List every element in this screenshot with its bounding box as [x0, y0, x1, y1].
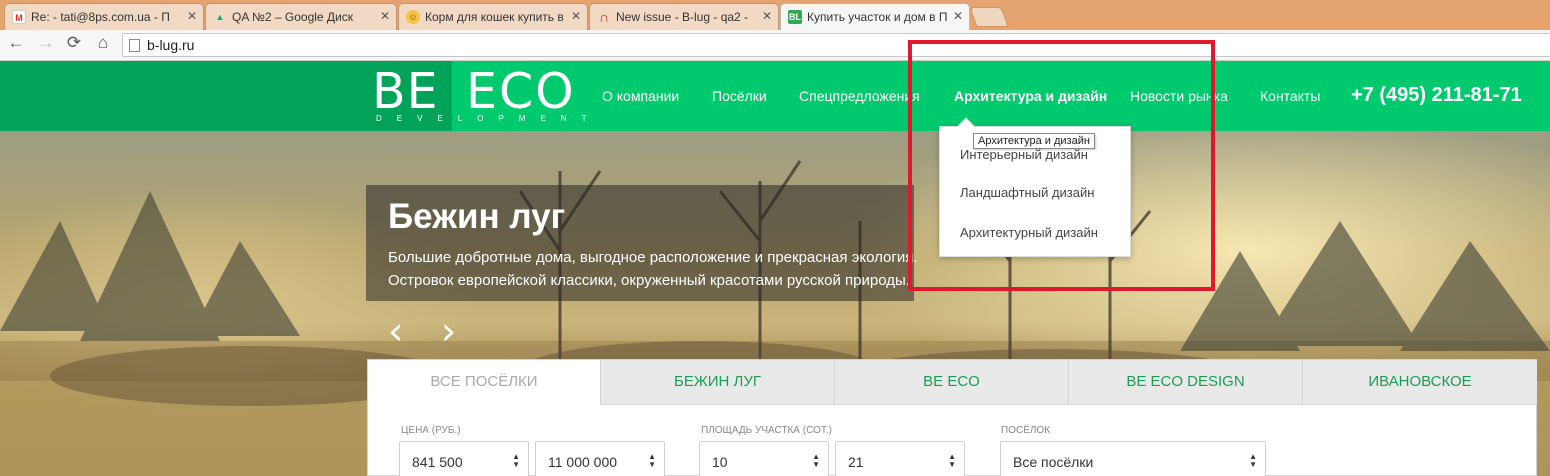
gmail-icon: M: [12, 10, 26, 24]
up-down-arrows-icon: ▲ ▼: [512, 452, 520, 469]
up-down-arrows-icon: ▲ ▼: [812, 452, 820, 469]
nav-item-villages[interactable]: Посёлки: [712, 88, 767, 104]
area-to-value: 21: [848, 454, 864, 470]
filter-tab-ivanovskoe[interactable]: ИВАНОВСКОЕ: [1303, 360, 1537, 405]
browser-tab-title: Re: - tati@8ps.com.ua - П: [31, 10, 170, 24]
nav-item-special-offers[interactable]: Спецпредложения: [799, 88, 920, 104]
village-select[interactable]: Все посёлки ▲ ▼: [1000, 441, 1266, 476]
up-down-arrows-icon: ▲ ▼: [1249, 452, 1257, 469]
home-icon[interactable]: ⌂: [91, 33, 115, 53]
site-header: BE ECO DEVELOPMENT О компании Посёлки Сп…: [0, 61, 1550, 131]
price-to-select[interactable]: 11 000 000 ▲ ▼: [535, 441, 665, 476]
browser-tab-title: QA №2 – Google Диск: [232, 10, 354, 24]
close-icon[interactable]: ✕: [380, 9, 390, 23]
browser-toolbar: ← → ⟳ ⌂ b-lug.ru: [0, 30, 1550, 61]
b-lug-favicon-icon: BL: [788, 10, 802, 24]
browser-tab-title: Корм для кошек купить в: [425, 10, 564, 24]
hero-description-line-1: Большие добротные дома, выгодное располо…: [388, 249, 918, 266]
reload-icon[interactable]: ⟳: [62, 33, 86, 53]
filter-tab-bezhin-lug[interactable]: БЕЖИН ЛУГ: [601, 360, 835, 405]
browser-tab-drive[interactable]: ▲ QA №2 – Google Диск ✕: [205, 3, 397, 30]
nav-item-about[interactable]: О компании: [602, 88, 679, 104]
price-from-select[interactable]: 841 500 ▲ ▼: [399, 441, 529, 476]
filter-tab-be-eco-design[interactable]: BE ECO DESIGN: [1069, 360, 1303, 405]
close-icon[interactable]: ✕: [571, 9, 581, 23]
forward-arrow-icon[interactable]: →: [34, 33, 58, 53]
back-arrow-icon[interactable]: ←: [4, 33, 28, 53]
address-bar-url: b-lug.ru: [147, 37, 195, 53]
new-tab-button[interactable]: [969, 7, 1009, 27]
area-from-select[interactable]: 10 ▲ ▼: [699, 441, 829, 476]
browser-tab-title: New issue - B-lug - qa2 -: [616, 10, 749, 24]
address-bar[interactable]: b-lug.ru: [122, 33, 1550, 57]
price-label: ЦЕНА (РУБ.): [401, 425, 461, 436]
area-from-value: 10: [712, 454, 728, 470]
filter-tab-all-villages[interactable]: ВСЕ ПОСЁЛКИ: [368, 360, 601, 405]
slider-prev-icon[interactable]: ‹: [388, 309, 403, 353]
close-icon[interactable]: ✕: [762, 9, 772, 23]
hero-description-line-2: Островок европейской классики, окруженны…: [388, 272, 910, 289]
google-drive-icon: ▲: [215, 12, 225, 22]
phone-number[interactable]: +7 (495) 211-81-71: [1351, 84, 1522, 107]
filter-tab-be-eco[interactable]: BE ECO: [835, 360, 1069, 405]
slider-next-icon[interactable]: ›: [441, 309, 456, 353]
logo-development: DEVELOPMENT: [376, 114, 602, 123]
browser-tab-strip: M Re: - tati@8ps.com.ua - П ✕ ▲ QA №2 – …: [0, 0, 1550, 30]
browser-tab-cat-food[interactable]: ☺ Корм для кошек купить в ✕: [398, 3, 588, 30]
annotation-highlight-box: [908, 40, 1215, 291]
price-from-value: 841 500: [412, 454, 463, 470]
browser-tab-gmail[interactable]: M Re: - tati@8ps.com.ua - П ✕: [4, 3, 204, 30]
up-down-arrows-icon: ▲ ▼: [648, 452, 656, 469]
browser-tab-new-issue[interactable]: ∩ New issue - B-lug - qa2 - ✕: [589, 3, 779, 30]
be-eco-logo[interactable]: BE ECO DEVELOPMENT: [372, 63, 586, 127]
hero-title: Бежин луг: [388, 197, 566, 236]
browser-tab-b-lug[interactable]: BL Купить участок и дом в П ✕: [780, 3, 970, 30]
village-filter-panel: ВСЕ ПОСЁЛКИ БЕЖИН ЛУГ BE ECO BE ECO DESI…: [367, 359, 1537, 476]
plot-area-label: ПЛОЩАДЬ УЧАСТКА (СОТ.): [701, 425, 832, 436]
up-down-arrows-icon: ▲ ▼: [948, 452, 956, 469]
village-label: ПОСЁЛОК: [1001, 425, 1051, 436]
area-to-select[interactable]: 21 ▲ ▼: [835, 441, 965, 476]
page-icon: [129, 39, 140, 52]
browser-tab-title: Купить участок и дом в П: [807, 10, 948, 24]
close-icon[interactable]: ✕: [953, 9, 963, 23]
redmine-icon: ∩: [598, 9, 610, 25]
cat-face-icon: ☺: [406, 10, 420, 24]
village-value: Все посёлки: [1013, 454, 1094, 470]
price-to-value: 11 000 000: [548, 454, 618, 470]
close-icon[interactable]: ✕: [187, 9, 197, 23]
logo-eco: ECO: [466, 63, 576, 120]
nav-item-contacts[interactable]: Контакты: [1260, 88, 1320, 104]
logo-be: BE: [372, 63, 439, 120]
